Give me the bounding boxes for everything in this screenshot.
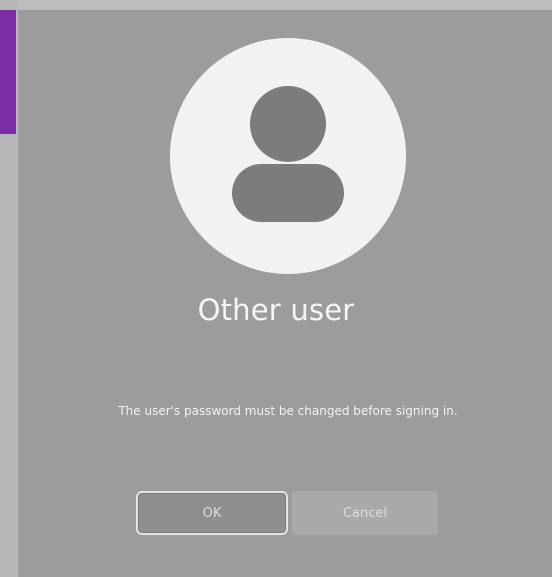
user-avatar	[170, 38, 406, 274]
person-icon	[232, 86, 344, 222]
top-edge	[0, 0, 552, 10]
ok-button[interactable]: OK	[136, 491, 288, 535]
login-screen: Other user The user's password must be c…	[0, 0, 552, 577]
user-name: Other user	[197, 293, 355, 327]
password-change-message: The user's password must be changed befo…	[118, 404, 458, 418]
accent-bar	[0, 10, 16, 134]
cancel-button[interactable]: Cancel	[292, 491, 438, 535]
